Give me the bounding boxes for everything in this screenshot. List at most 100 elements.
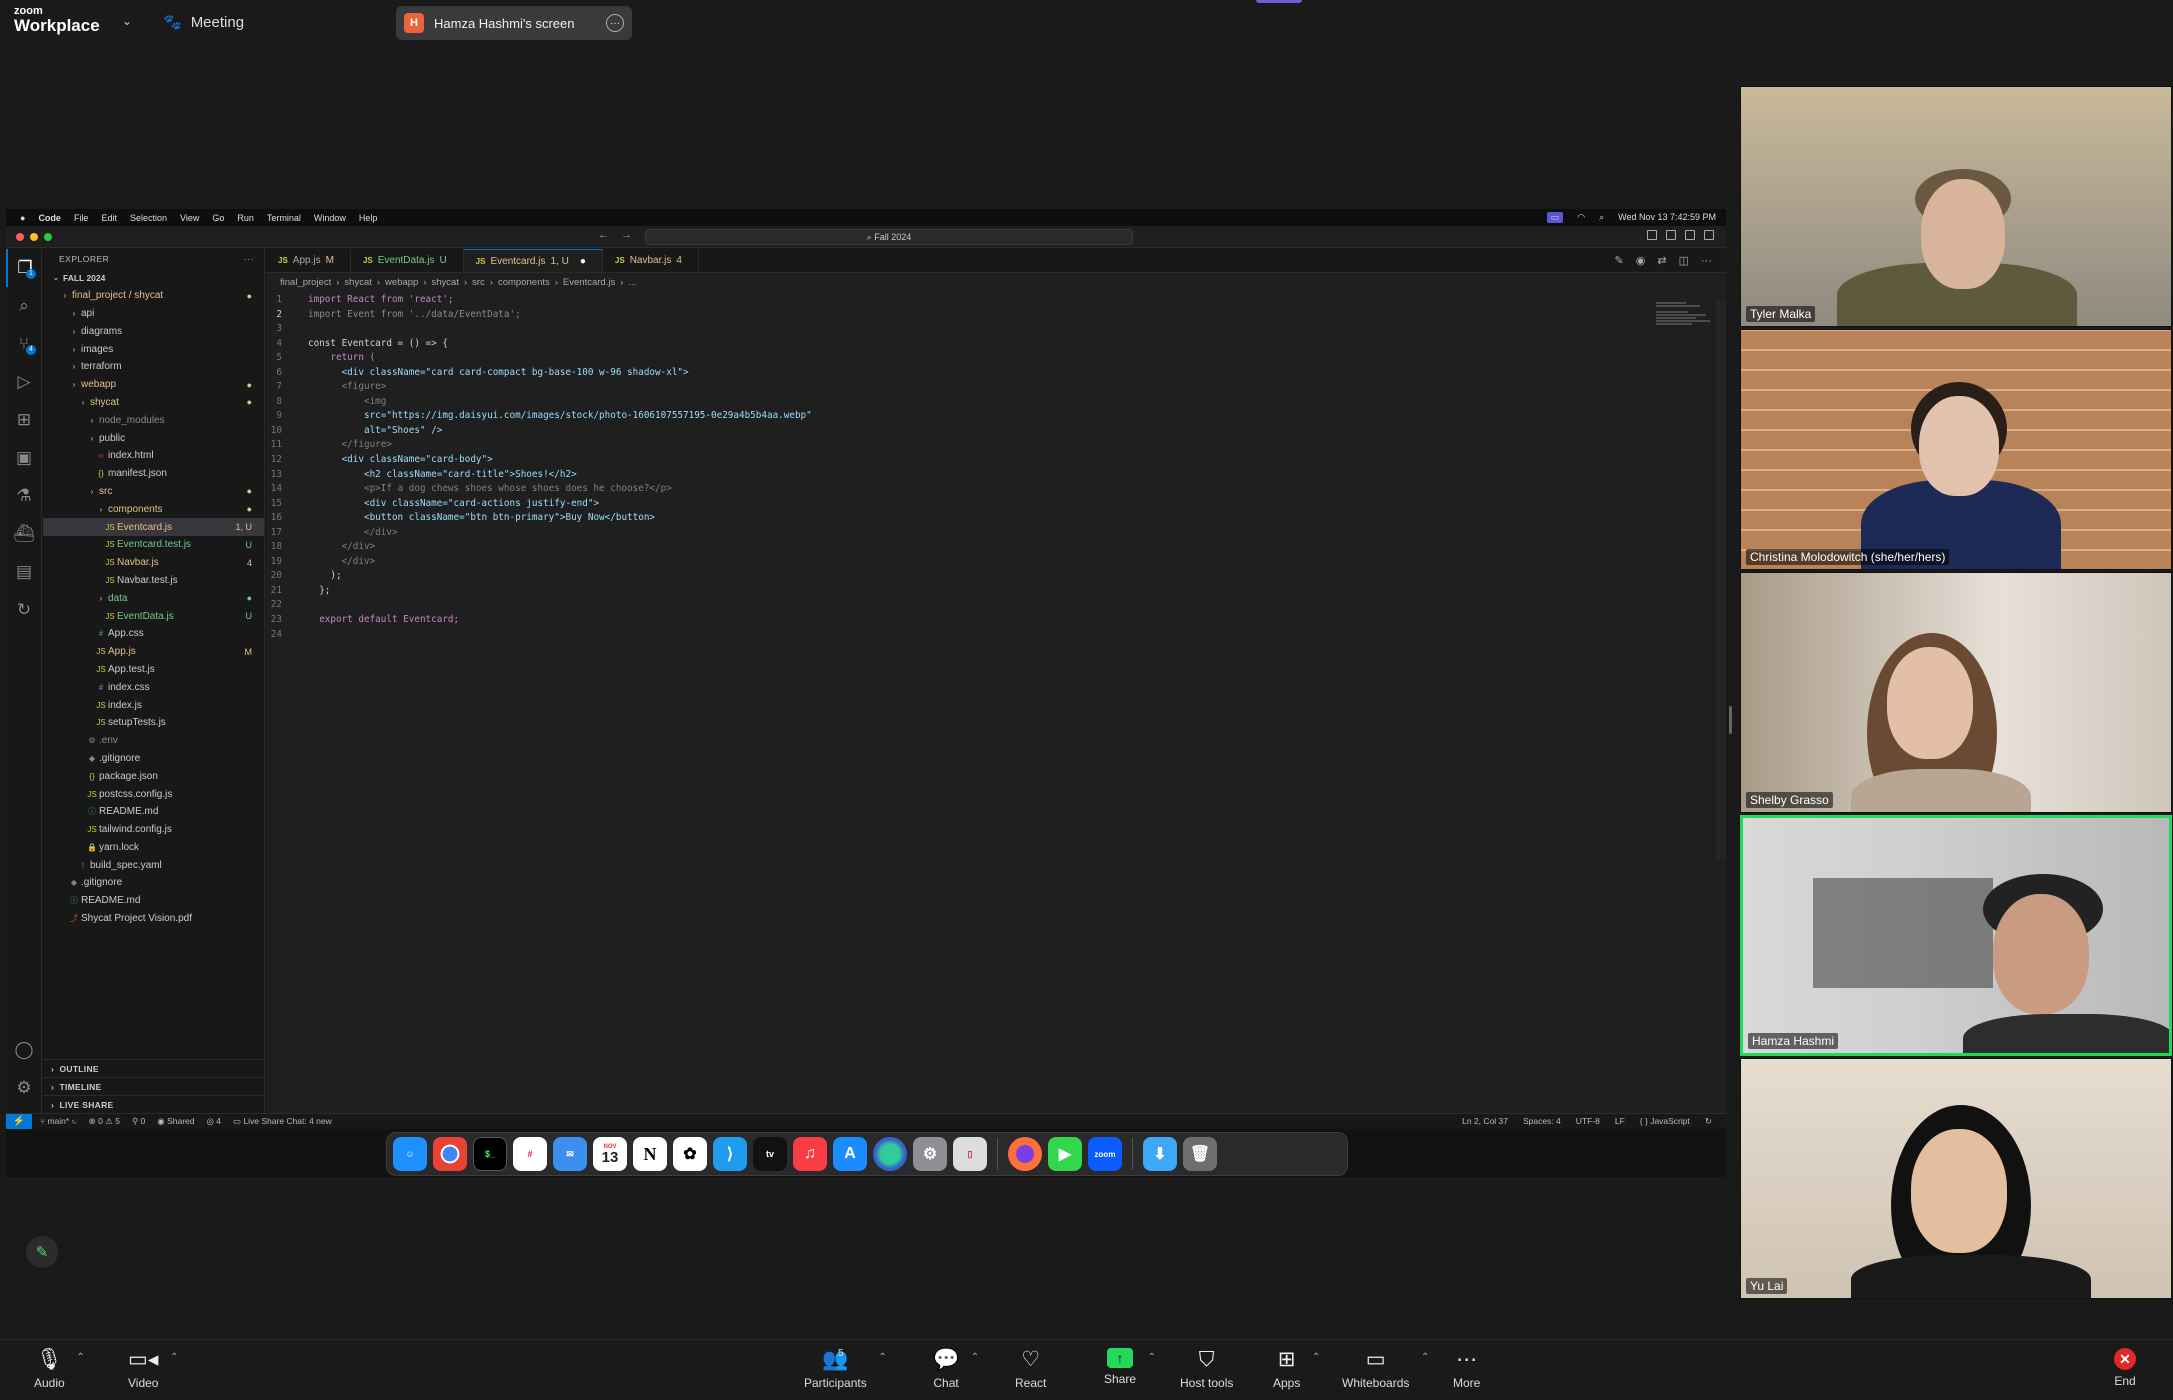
downloads-folder-icon[interactable]: ⬇ — [1143, 1137, 1177, 1171]
video-tile[interactable]: Shelby Grasso — [1740, 572, 2172, 813]
tree-file[interactable]: ‹› index.html — [43, 447, 264, 465]
extensions-icon[interactable]: ⊞ — [6, 401, 42, 439]
live-share-chat-status[interactable]: ▭ Live Share Chat: 4 new — [233, 1116, 332, 1127]
tree-file[interactable]: {} manifest.json — [43, 465, 264, 483]
breadcrumb-item[interactable]: shycat — [344, 277, 371, 288]
tree-file[interactable]: JS tailwind.config.js — [43, 821, 264, 839]
breadcrumb-item[interactable]: ... — [628, 277, 636, 288]
customize-layout-icon[interactable] — [1704, 230, 1714, 240]
chat-button[interactable]: 💬 Chat ⌃ — [933, 1348, 979, 1390]
tree-file[interactable]: 🔒 yarn.lock — [43, 839, 264, 857]
breadcrumb-item[interactable]: components — [498, 277, 550, 288]
apps-button[interactable]: ⊞ Apps ⌃ — [1273, 1348, 1320, 1390]
unsaved-dot-icon[interactable]: ● — [580, 256, 586, 267]
tree-folder[interactable]: ⌄ FALL 2024 — [43, 269, 264, 287]
breadcrumb-item[interactable]: webapp — [385, 277, 418, 288]
close-window-icon[interactable] — [16, 232, 24, 241]
menu-app-name[interactable]: Code — [38, 213, 61, 223]
toggle-sidebar-icon[interactable] — [1647, 230, 1657, 240]
toggle-panel-icon[interactable] — [1666, 230, 1676, 240]
back-arrow-icon[interactable]: ← — [598, 229, 609, 241]
testing-icon[interactable]: ⚗ — [6, 477, 42, 515]
tab-eventcard-js[interactable]: JS Eventcard.js 1, U ● — [463, 249, 603, 272]
video-tile[interactable]: Tyler Malka — [1740, 86, 2172, 327]
breadcrumb-item[interactable]: shycat — [432, 277, 459, 288]
line-endings[interactable]: LF — [1615, 1116, 1625, 1127]
tree-file[interactable]: JS EventData.js U — [43, 607, 264, 625]
live-share-section[interactable]: › LIVE SHARE — [43, 1095, 264, 1113]
branch-status[interactable]: ⑂ main* ↻ — [40, 1116, 77, 1127]
broadcast-icon[interactable]: ◉ — [1636, 254, 1646, 267]
tree-folder[interactable]: › components ● — [43, 500, 264, 518]
audio-options-caret-icon[interactable]: ⌃ — [76, 1352, 84, 1363]
explorer-icon[interactable]: ❐ 1 — [6, 249, 42, 287]
live-share-icon[interactable]: ↻ — [6, 591, 42, 629]
minimap[interactable] — [1656, 301, 1712, 331]
menu-clock[interactable]: Wed Nov 13 7:42:59 PM — [1618, 212, 1716, 223]
tree-file[interactable]: ⓘ README.md — [43, 803, 264, 821]
tab-eventdata-js[interactable]: JS EventData.js U — [351, 249, 464, 272]
tab-navbar-js[interactable]: JS Navbar.js 4 — [603, 249, 699, 272]
remote-indicator-icon[interactable]: ⚡ — [6, 1113, 32, 1130]
editor-scrollbar[interactable] — [1716, 301, 1726, 859]
explorer-more-icon[interactable]: ··· — [244, 254, 264, 264]
menu-edit[interactable]: Edit — [101, 213, 117, 223]
video-tile-active-speaker[interactable]: Hamza Hashmi — [1740, 815, 2172, 1056]
indentation[interactable]: Spaces: 4 — [1523, 1116, 1561, 1127]
forward-arrow-icon[interactable]: → — [621, 229, 632, 241]
iphone-mirroring-icon[interactable]: ▯ — [953, 1137, 987, 1171]
menu-view[interactable]: View — [180, 213, 199, 223]
tree-folder[interactable]: › shycat ● — [43, 394, 264, 412]
tree-file[interactable]: ⤴ Shycat Project Vision.pdf — [43, 910, 264, 928]
apps-caret-icon[interactable]: ⌃ — [1312, 1352, 1320, 1363]
tree-folder[interactable]: › final_project / shycat ● — [43, 287, 264, 305]
zoom-workplace-logo[interactable]: zoom Workplace — [14, 6, 100, 35]
remote-explorer-icon[interactable]: ▣ — [6, 439, 42, 477]
notion-icon[interactable]: N — [633, 1137, 667, 1171]
tree-file[interactable]: JS Eventcard.test.js U — [43, 536, 264, 554]
tree-file[interactable]: JS Navbar.test.js — [43, 572, 264, 590]
ports-status[interactable]: ⚲ 0 — [132, 1116, 145, 1127]
participants-button[interactable]: 👥 5 Participants ⌃ — [804, 1348, 887, 1390]
whiteboards-caret-icon[interactable]: ⌃ — [1421, 1352, 1429, 1363]
end-button[interactable]: ✕ End — [2114, 1348, 2136, 1388]
terminal-icon[interactable]: $_ — [473, 1137, 507, 1171]
problems-status[interactable]: ⊗ 0 ⚠ 5 — [89, 1116, 120, 1127]
tree-file[interactable]: JS App.js M — [43, 643, 264, 661]
tree-folder[interactable]: › api — [43, 305, 264, 323]
tree-file[interactable]: # App.css — [43, 625, 264, 643]
earth-icon[interactable] — [873, 1137, 907, 1171]
finder-icon[interactable]: ☺ — [393, 1137, 427, 1171]
account-icon[interactable]: ◯ — [6, 1031, 42, 1069]
wifi-icon[interactable]: ◠ — [1577, 212, 1585, 223]
tree-folder[interactable]: › src ● — [43, 483, 264, 501]
meeting-menu[interactable]: 🐾 Meeting — [163, 13, 244, 32]
shared-screen-pill[interactable]: H Hamza Hashmi's screen ··· — [396, 6, 632, 40]
tree-folder[interactable]: › public — [43, 429, 264, 447]
whiteboards-button[interactable]: ▭ Whiteboards ⌃ — [1342, 1348, 1429, 1390]
live-share-status[interactable]: ◉ Shared — [157, 1116, 194, 1127]
tree-folder[interactable]: › terraform — [43, 358, 264, 376]
vscode-icon[interactable]: ⟩ — [713, 1137, 747, 1171]
breadcrumb-item[interactable]: src — [472, 277, 485, 288]
tree-file[interactable]: ! build_spec.yaml — [43, 856, 264, 874]
apple-tv-icon[interactable]: tv — [753, 1137, 787, 1171]
tree-file[interactable]: JS Eventcard.js 1, U — [43, 518, 264, 536]
video-tile[interactable]: Christina Molodowitch (she/her/hers) — [1740, 329, 2172, 570]
menu-go[interactable]: Go — [212, 213, 224, 223]
menu-terminal[interactable]: Terminal — [267, 213, 301, 223]
menu-file[interactable]: File — [74, 213, 89, 223]
code-editor[interactable]: 1 import React from 'react'; 2 import Event… — [266, 291, 1726, 642]
facetime-icon[interactable]: ▶ — [1048, 1137, 1082, 1171]
video-tile[interactable]: Yu Lai — [1740, 1058, 2172, 1299]
tree-file[interactable]: JS App.test.js — [43, 661, 264, 679]
toggle-secondary-sidebar-icon[interactable] — [1685, 230, 1695, 240]
language-mode[interactable]: { } JavaScript — [1640, 1116, 1690, 1127]
calendar-icon[interactable]: NOV 13 — [593, 1137, 627, 1171]
menu-run[interactable]: Run — [237, 213, 254, 223]
slack-icon[interactable]: # — [513, 1137, 547, 1171]
tree-folder[interactable]: › webapp ● — [43, 376, 264, 394]
video-button[interactable]: ▭◂ Video ⌃ — [128, 1348, 178, 1390]
more-options-icon[interactable]: ··· — [606, 14, 624, 32]
participants-caret-icon[interactable]: ⌃ — [878, 1352, 886, 1363]
